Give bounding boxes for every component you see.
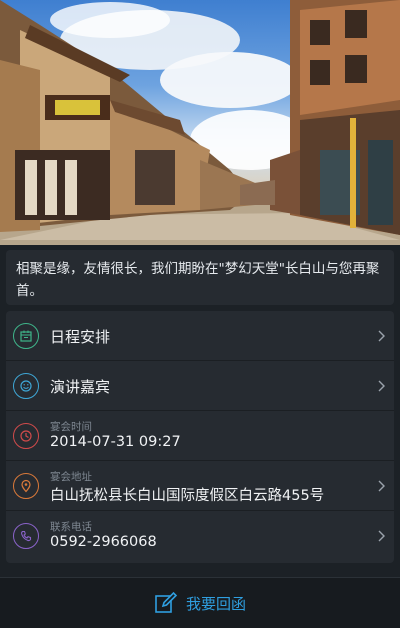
- banquet-address-value: 白山抚松县长白山国际度假区白云路455号: [50, 488, 325, 504]
- event-info-list: 日程安排 演讲嘉宾 宴会时间 2014-07-31 09:27 宴会地址 白山抚…: [6, 311, 394, 563]
- banquet-address-row[interactable]: 宴会地址 白山抚松县长白山国际度假区白云路455号: [6, 461, 394, 511]
- chevron-right-icon: [378, 530, 385, 542]
- contact-phone-row[interactable]: 联系电话 0592-2966068: [6, 511, 394, 561]
- banquet-address-label: 宴会地址: [50, 471, 92, 483]
- banquet-time-value: 2014-07-31 09:27: [50, 434, 181, 450]
- chevron-right-icon: [378, 480, 385, 492]
- contact-phone-value: 0592-2966068: [50, 534, 157, 550]
- schedule-row[interactable]: 日程安排: [6, 311, 394, 361]
- phone-icon: [13, 523, 39, 549]
- speakers-title: 演讲嘉宾: [50, 378, 111, 396]
- chevron-right-icon: [378, 380, 385, 392]
- resort-street-image: [0, 0, 400, 245]
- chevron-right-icon: [378, 330, 385, 342]
- bottom-bar: 我要回函: [0, 577, 400, 628]
- reply-label: 我要回函: [185, 594, 246, 613]
- location-pin-icon: [13, 473, 39, 499]
- edit-icon: [155, 591, 178, 613]
- reply-button[interactable]: 我要回函: [154, 591, 246, 615]
- schedule-title: 日程安排: [50, 328, 111, 346]
- speakers-row[interactable]: 演讲嘉宾: [6, 361, 394, 411]
- clock-icon: [13, 423, 39, 449]
- smile-icon: [13, 373, 39, 399]
- contact-phone-label: 联系电话: [50, 521, 92, 533]
- calendar-icon: [13, 323, 39, 349]
- banquet-time-row: 宴会时间 2014-07-31 09:27: [6, 411, 394, 461]
- banquet-time-label: 宴会时间: [50, 421, 92, 433]
- hero-photo: [0, 0, 400, 245]
- intro-message: 相聚是缘，友情很长，我们期盼在"梦幻天堂"长白山与您再聚首。: [6, 250, 394, 305]
